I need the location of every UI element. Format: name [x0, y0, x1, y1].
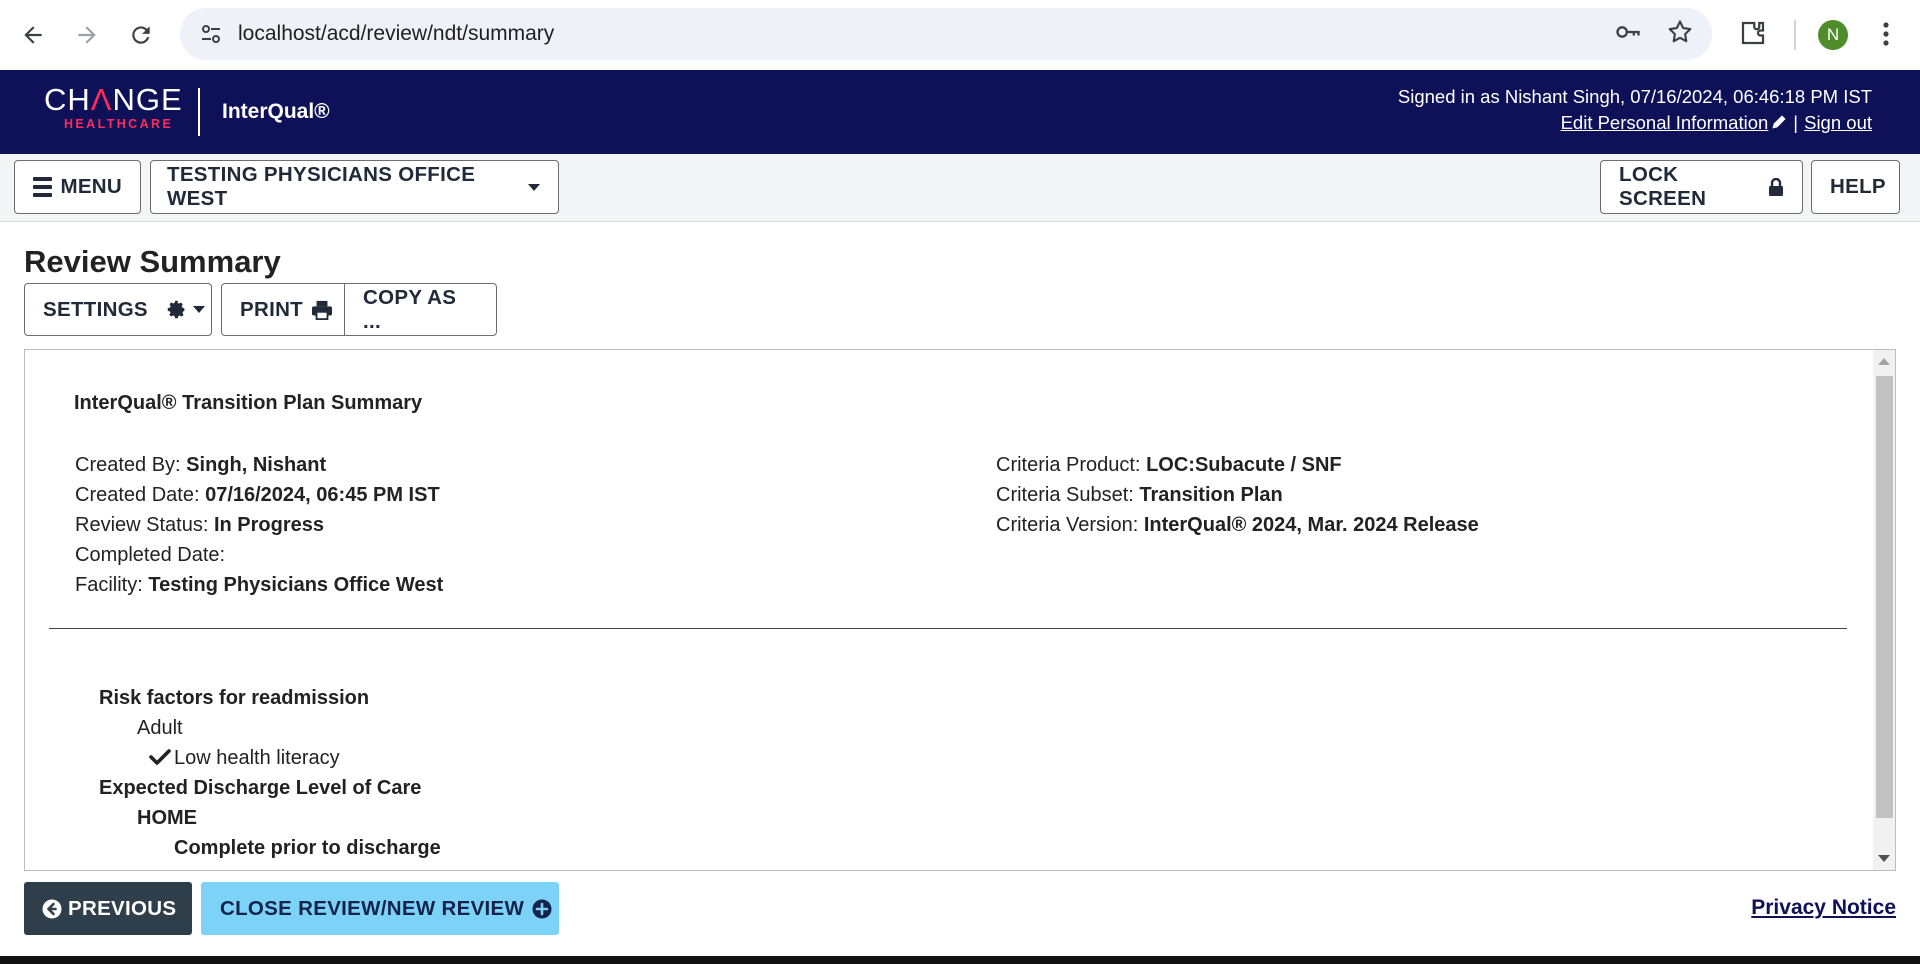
profile-avatar[interactable]: N — [1818, 20, 1848, 50]
browser-menu-icon[interactable] — [1876, 18, 1896, 50]
extensions-puzzle-icon[interactable] — [1738, 18, 1768, 48]
help-button[interactable]: HELP — [1811, 160, 1900, 214]
sign-out-link[interactable]: Sign out — [1804, 112, 1872, 133]
taskbar-strip — [0, 956, 1920, 964]
scroll-up-arrow-icon[interactable] — [1878, 358, 1890, 365]
address-bar[interactable]: localhost/acd/review/ndt/summary — [180, 8, 1712, 60]
meta-completed-date: Completed Date: — [75, 544, 226, 566]
signed-in-text: Signed in as Nishant Singh, 07/16/2024, … — [1397, 86, 1872, 107]
review-meta-left: Created By: Singh, Nishant Created Date:… — [75, 450, 443, 600]
product-name: InterQual® — [222, 100, 330, 123]
print-button[interactable]: PRINT — [221, 283, 345, 336]
page-title: Review Summary — [24, 244, 281, 279]
meta-criteria-version: Criteria Version: InterQual® 2024, Mar. … — [996, 514, 1479, 536]
arrow-left-circle-icon — [42, 899, 68, 919]
summary-title: InterQual® Transition Plan Summary — [74, 392, 423, 414]
review-meta-right: Criteria Product: LOC:Subacute / SNF Cri… — [996, 450, 1479, 540]
pencil-icon — [1771, 111, 1787, 129]
plus-circle-icon — [524, 899, 552, 919]
site-info-icon[interactable] — [198, 21, 224, 47]
toolbar-separator — [1794, 20, 1796, 50]
meta-facility: Facility: Testing Physicians Office West — [75, 574, 444, 596]
lock-icon — [1768, 178, 1784, 196]
meta-created-date: Created Date: 07/16/2024, 06:45 PM IST — [75, 484, 440, 506]
risk-factors-heading: Risk factors for readmission — [99, 687, 370, 709]
checkmark-icon — [149, 745, 171, 765]
app-toolbar: MENU TESTING PHYSICIANS OFFICE WEST LOCK… — [0, 154, 1920, 222]
hamburger-icon — [33, 177, 53, 197]
edit-personal-info-link[interactable]: Edit Personal Information — [1561, 112, 1769, 133]
back-icon[interactable] — [6, 8, 60, 62]
facility-dropdown[interactable]: TESTING PHYSICIANS OFFICE WEST — [150, 160, 559, 214]
bookmark-star-icon[interactable] — [1666, 18, 1694, 51]
user-info: Signed in as Nishant Singh, 07/16/2024, … — [1397, 86, 1872, 133]
summary-frame[interactable]: InterQual® Transition Plan Summary Creat… — [24, 349, 1896, 871]
gear-icon — [158, 299, 187, 320]
scroll-thumb[interactable] — [1876, 376, 1893, 818]
meta-criteria-product: Criteria Product: LOC:Subacute / SNF — [996, 454, 1342, 476]
change-healthcare-logo: CHΛNGE HEALTHCARE — [44, 82, 183, 131]
caret-down-icon — [528, 183, 540, 191]
app-header: CHΛNGE HEALTHCARE InterQual® Signed in a… — [0, 70, 1920, 154]
section-divider — [49, 628, 1847, 629]
discharge-sub: Complete prior to discharge — [174, 837, 441, 859]
risk-group-adult: Adult — [137, 717, 183, 739]
caret-down-icon — [192, 306, 205, 313]
meta-review-status: Review Status: In Progress — [75, 514, 324, 536]
close-review-new-review-button[interactable]: CLOSE REVIEW/NEW REVIEW — [201, 882, 559, 935]
discharge-heading: Expected Discharge Level of Care — [99, 777, 422, 799]
reload-icon[interactable] — [114, 8, 168, 62]
discharge-value: HOME — [137, 807, 197, 829]
meta-created-by: Created By: Singh, Nishant — [75, 454, 327, 476]
vertical-scrollbar[interactable] — [1873, 350, 1895, 870]
password-key-icon[interactable] — [1614, 18, 1642, 51]
browser-toolbar: localhost/acd/review/ndt/summary N — [0, 0, 1920, 70]
printer-icon — [303, 300, 333, 320]
lock-screen-button[interactable]: LOCK SCREEN — [1600, 160, 1803, 214]
copy-as-button[interactable]: COPY AS ... — [344, 283, 497, 336]
privacy-notice-link[interactable]: Privacy Notice — [1751, 896, 1896, 920]
logo-divider — [198, 88, 200, 136]
forward-icon[interactable] — [60, 8, 114, 62]
risk-item: Low health literacy — [149, 743, 340, 773]
settings-dropdown[interactable]: SETTINGS — [24, 283, 212, 336]
scroll-down-arrow-icon[interactable] — [1878, 855, 1890, 862]
previous-button[interactable]: PREVIOUS — [24, 882, 192, 935]
meta-criteria-subset: Criteria Subset: Transition Plan — [996, 484, 1283, 506]
menu-button[interactable]: MENU — [14, 160, 141, 214]
url-text[interactable]: localhost/acd/review/ndt/summary — [238, 22, 554, 46]
